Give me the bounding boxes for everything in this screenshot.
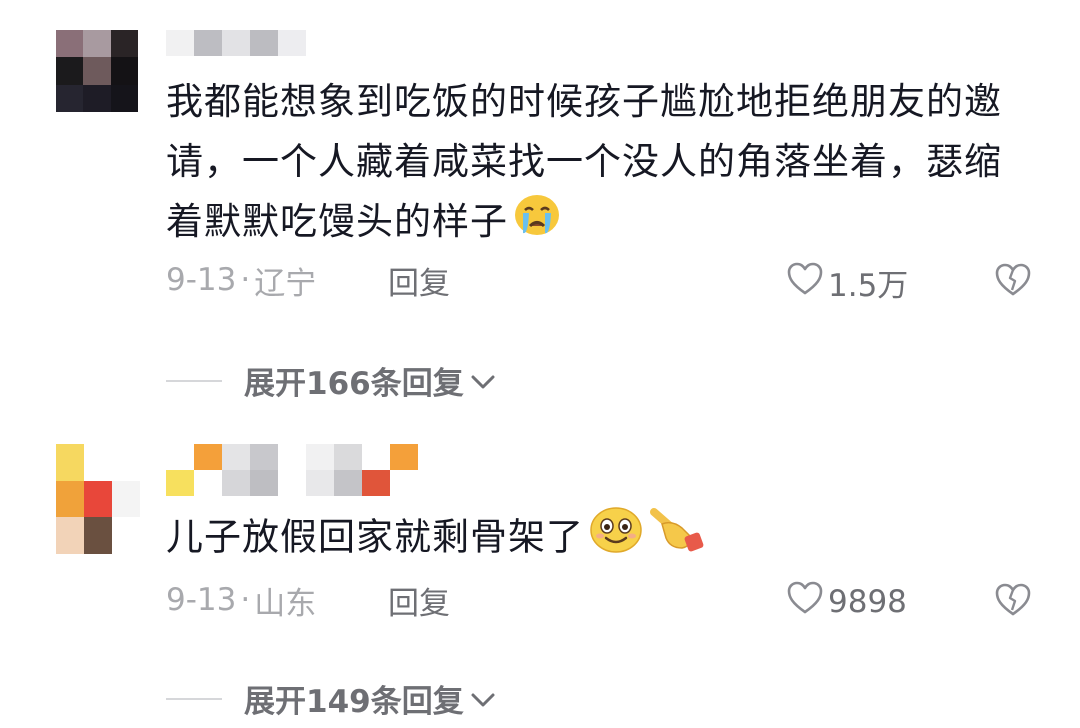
dislike-button[interactable] (994, 582, 1032, 622)
comment-location: 山东 (254, 585, 317, 622)
comment-date: 9-13 (166, 582, 237, 618)
separator-dot: · (240, 582, 251, 618)
like-count: 1.5万 (828, 268, 909, 304)
comment-date: 9-13 (166, 262, 237, 298)
avatar[interactable] (56, 30, 138, 112)
comment-meta: 9-13 · 山东 (166, 580, 317, 622)
like-count: 9898 (828, 584, 907, 620)
broken-heart-icon (994, 263, 1032, 302)
username-blurred[interactable] (166, 30, 306, 56)
pointing-hand-icon (648, 506, 706, 572)
comment-text-content: 儿子放假回家就剩骨架了 (166, 515, 584, 559)
dislike-button[interactable] (994, 262, 1032, 302)
smiling-face-icon (588, 506, 644, 572)
chevron-down-icon (464, 681, 496, 717)
divider-line (166, 379, 222, 382)
like-button[interactable]: 9898 (786, 580, 907, 624)
comment-location: 辽宁 (254, 265, 317, 302)
reply-button[interactable]: 回复 (388, 578, 450, 623)
expand-replies-button[interactable]: 展开166条回复 (166, 358, 496, 403)
reply-button[interactable]: 回复 (388, 258, 450, 303)
comment-meta: 9-13 · 辽宁 (166, 260, 317, 302)
comment-text-content: 我都能想象到吃饭的时候孩子尴尬地拒绝朋友的邀请，一个人藏着咸菜找一个没人的角落坐… (166, 80, 1002, 243)
heart-icon (786, 580, 828, 624)
username-blurred[interactable] (166, 444, 426, 496)
separator-dot: · (240, 262, 251, 298)
loudly-crying-face-icon (512, 193, 562, 255)
divider-line (166, 697, 222, 700)
broken-heart-icon (994, 583, 1032, 622)
like-button[interactable]: 1.5万 (786, 260, 908, 305)
comment-text: 儿子放假回家就剩骨架了 (166, 506, 1026, 572)
expand-replies-button[interactable]: 展开149条回复 (166, 676, 496, 721)
heart-icon (786, 261, 828, 305)
avatar[interactable] (56, 444, 140, 554)
expand-label: 展开166条回复 (244, 366, 464, 402)
comment-text: 我都能想象到吃饭的时候孩子尴尬地拒绝朋友的邀请，一个人藏着咸菜找一个没人的角落坐… (166, 72, 1026, 255)
chevron-down-icon (464, 363, 496, 399)
expand-label: 展开149条回复 (244, 684, 464, 720)
